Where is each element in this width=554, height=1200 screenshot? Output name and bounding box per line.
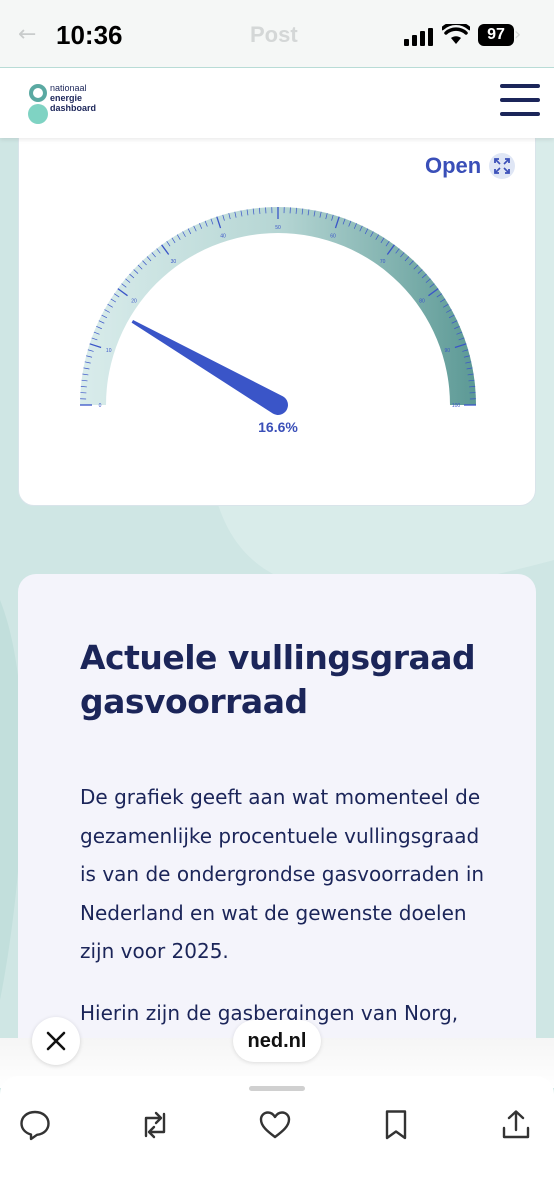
gauge-needle bbox=[131, 320, 288, 415]
gauge-tick-label: 80 bbox=[419, 298, 425, 304]
reply-icon[interactable] bbox=[18, 1108, 52, 1142]
open-fullscreen-button[interactable]: Open bbox=[425, 151, 516, 181]
gauge-value-label: 16.6% bbox=[258, 419, 298, 435]
gauge-tick-label: 90 bbox=[445, 348, 451, 354]
gauge-tick-label: 100 bbox=[452, 403, 461, 409]
close-icon bbox=[46, 1031, 66, 1051]
battery-indicator: 97 bbox=[478, 24, 514, 46]
bookmark-icon[interactable] bbox=[379, 1108, 413, 1142]
gauge-tick-label: 10 bbox=[106, 348, 112, 354]
info-card: Actuele vullingsgraad gasvoorraad De gra… bbox=[18, 574, 536, 1094]
post-action-bar bbox=[0, 1076, 554, 1200]
gauge-ticks bbox=[80, 207, 476, 406]
site-logo[interactable]: nationaal energie dashboard bbox=[28, 82, 118, 128]
sheet-grabber[interactable] bbox=[249, 1086, 305, 1091]
status-post-title: Post bbox=[250, 22, 298, 47]
gauge-tick-label: 50 bbox=[275, 225, 281, 231]
card-title: Actuele vullingsgraad gasvoorraad bbox=[80, 638, 476, 721]
signal-icon bbox=[404, 28, 433, 46]
url-pill[interactable]: ned.nl bbox=[233, 1020, 321, 1062]
gauge-tick-label: 30 bbox=[171, 259, 177, 265]
gauge-tick-label: 60 bbox=[330, 234, 336, 240]
gauge-tick-label: 40 bbox=[220, 234, 226, 240]
forward-icon: › bbox=[514, 24, 522, 45]
wifi-icon bbox=[442, 24, 470, 44]
open-label: Open bbox=[425, 153, 482, 178]
share-icon[interactable] bbox=[499, 1108, 533, 1142]
repost-icon[interactable] bbox=[138, 1108, 172, 1142]
gauge-tick-label: 70 bbox=[380, 259, 386, 265]
card-paragraph-1: De grafiek geeft aan wat momenteel de ge… bbox=[80, 785, 485, 963]
status-time: 10:36 bbox=[56, 20, 123, 50]
gauge-card: Open 0 10 20 30 40 50 60 70 80 90 100 16.6% bbox=[18, 120, 536, 506]
gauge-tick-label: 0 bbox=[99, 403, 102, 409]
logo-mark-icon bbox=[28, 84, 48, 124]
site-header: nationaal energie dashboard bbox=[0, 68, 554, 138]
logo-wordmark: nationaal energie dashboard bbox=[50, 83, 97, 113]
status-bar: ← 10:36 Post 97 › bbox=[0, 0, 554, 68]
gauge-tick-label: 20 bbox=[131, 298, 137, 304]
close-button[interactable] bbox=[32, 1017, 80, 1065]
expand-icon bbox=[489, 153, 516, 179]
hamburger-menu-button[interactable] bbox=[500, 84, 542, 120]
gauge-arc bbox=[80, 207, 476, 405]
like-icon[interactable] bbox=[258, 1108, 292, 1142]
gauge-chart: 0 10 20 30 40 50 60 70 80 90 100 16.6% bbox=[80, 207, 476, 435]
back-arrow-icon[interactable]: ← bbox=[18, 22, 36, 47]
